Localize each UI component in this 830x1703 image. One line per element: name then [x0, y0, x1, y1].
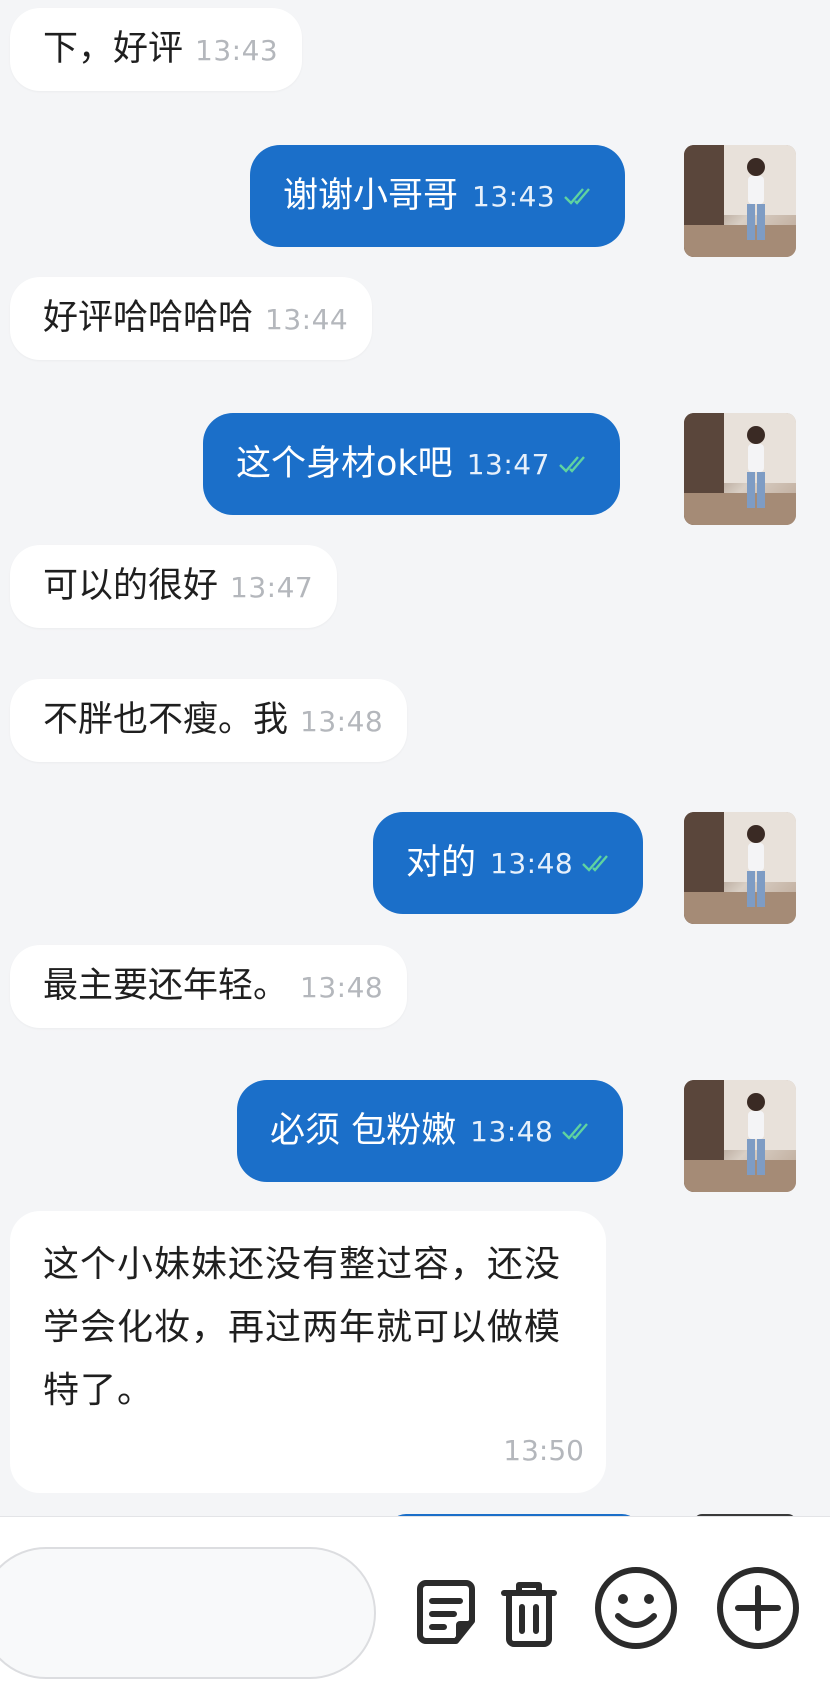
avatar[interactable] [684, 1080, 796, 1192]
plus-circle-icon[interactable] [712, 1562, 804, 1654]
incoming-message[interactable]: 下，好评 13:43 [10, 8, 303, 91]
outgoing-message[interactable]: 对的 13:48 [373, 812, 644, 914]
message-time: 13:47 [230, 571, 314, 604]
message-text: 必须 包粉嫩 [270, 1110, 457, 1151]
read-check-icon [559, 456, 585, 473]
incoming-message[interactable]: 最主要还年轻。 13:48 [10, 945, 408, 1028]
read-check-icon [562, 1123, 589, 1140]
message-text: 不胖也不瘦。我 [43, 700, 289, 740]
incoming-message[interactable]: 可以的很好 13:47 [10, 545, 338, 628]
message-text: 这个小妹妹还没有整过容，还没学会化妆，再过两年就可以做模特了。 [43, 1244, 562, 1411]
incoming-message[interactable]: 不胖也不瘦。我 13:48 [10, 679, 408, 762]
read-check-icon [582, 855, 609, 872]
message-time: 13:43 [195, 34, 279, 67]
message-time: 13:50 [503, 1434, 584, 1467]
message-text: 这个身材ok吧 [236, 443, 453, 484]
outgoing-message[interactable]: 必须 包粉嫩 13:48 [237, 1080, 624, 1182]
message-time: 13:48 [300, 705, 384, 738]
avatar[interactable] [684, 413, 796, 525]
emoji-icon[interactable] [590, 1562, 682, 1654]
note-icon[interactable] [404, 1569, 494, 1659]
message-time: 13:44 [265, 303, 349, 336]
message-time: 13:48 [470, 1114, 554, 1148]
outgoing-message[interactable]: 谢谢小哥哥 13:43 [250, 145, 626, 247]
message-time: 13:48 [490, 846, 574, 880]
message-text: 谢谢小哥哥 [283, 175, 459, 216]
message-time: 13:47 [466, 447, 550, 481]
incoming-message[interactable]: 好评哈哈哈哈 13:44 [10, 277, 373, 360]
message-text: 可以的很好 [43, 566, 219, 606]
read-check-icon [564, 188, 591, 205]
message-text: 好评哈哈哈哈 [43, 298, 254, 338]
message-text: 对的 [406, 842, 477, 883]
avatar[interactable] [684, 145, 796, 257]
message-text: 下，好评 [43, 29, 184, 69]
message-time: 13:43 [472, 179, 556, 213]
composer-bar [0, 1516, 830, 1703]
outgoing-message[interactable]: 这个身材ok吧 13:47 [203, 413, 620, 515]
chat-message-list[interactable]: 下，好评 13:43 谢谢小哥哥 13:43 好评哈哈哈哈 13:44 这个身材ok吧… [0, 0, 830, 1516]
incoming-message[interactable]: 这个小妹妹还没有整过容，还没学会化妆，再过两年就可以做模特了。 13:50 [10, 1211, 606, 1493]
message-text: 最主要还年轻。 [43, 966, 289, 1006]
message-input[interactable] [0, 1547, 376, 1679]
avatar[interactable] [684, 812, 796, 924]
message-time: 13:48 [300, 971, 384, 1004]
trash-icon[interactable] [484, 1569, 574, 1659]
